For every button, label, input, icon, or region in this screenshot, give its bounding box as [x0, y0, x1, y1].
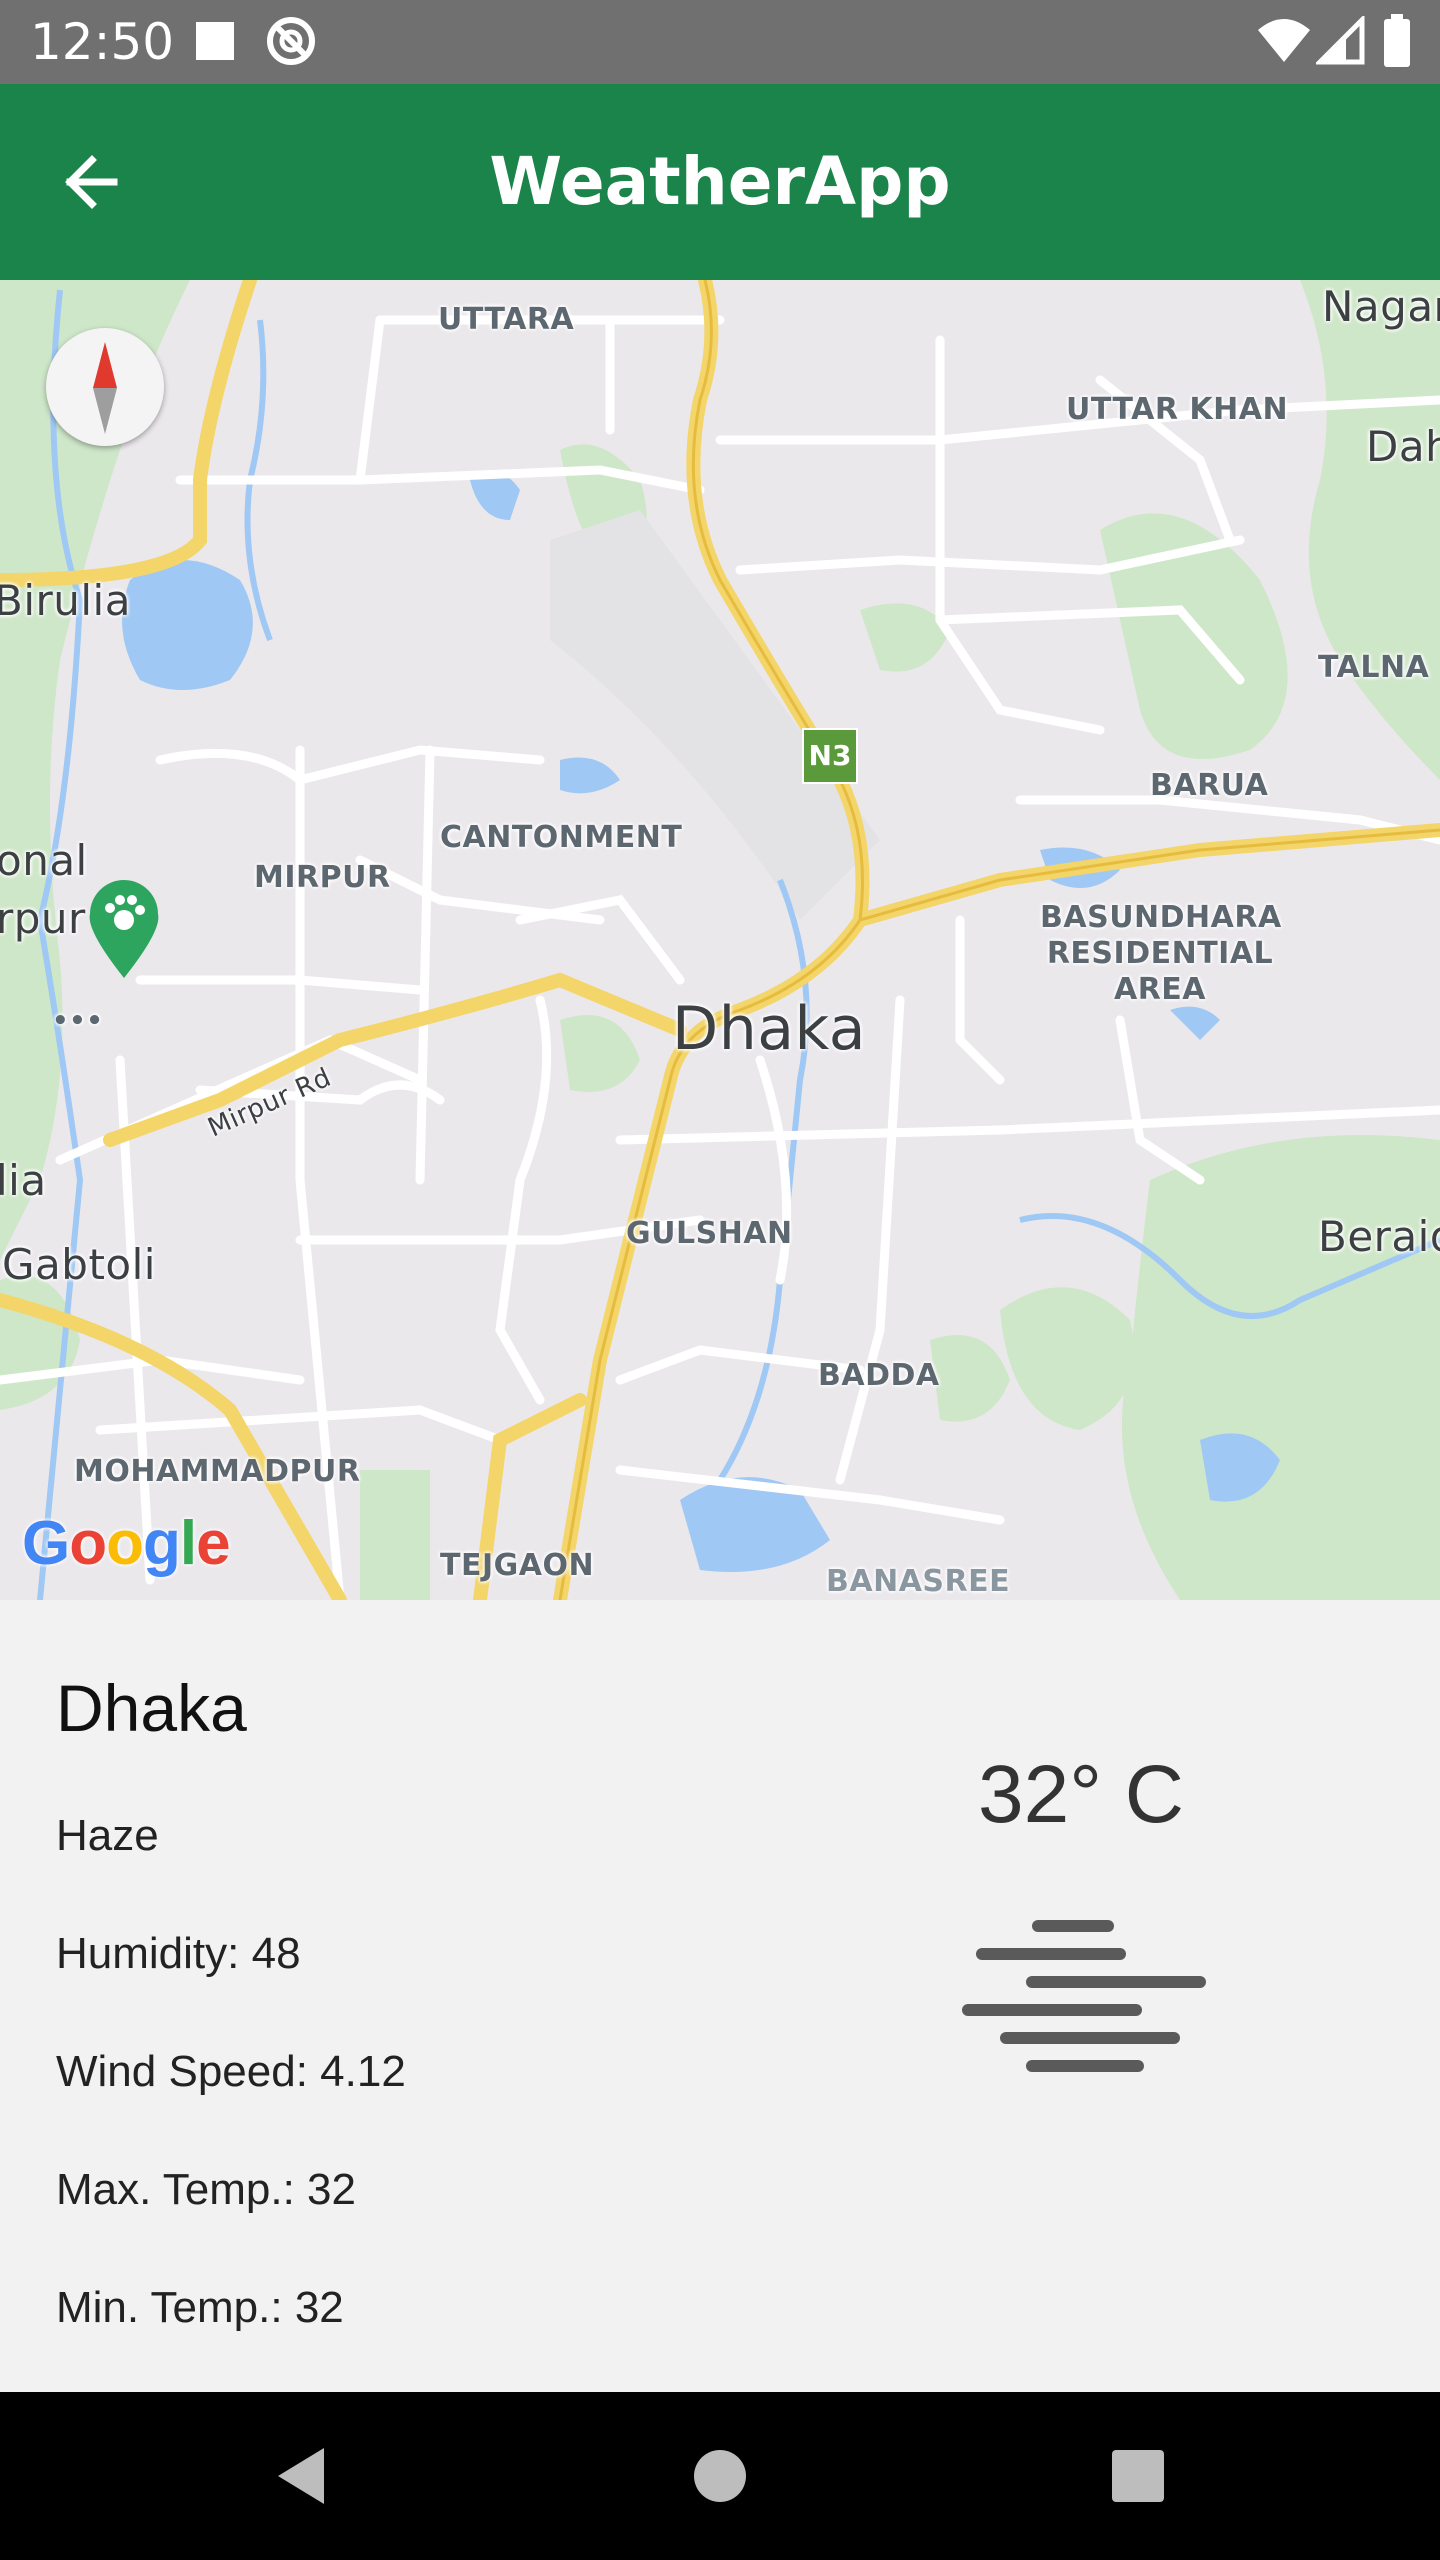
weather-panel: Dhaka Haze Humidity: 48 Wind Speed: 4.12… [0, 1600, 1440, 2392]
map-label-birulia: Birulia [0, 576, 131, 625]
map-label-basundhara-line3: AREA [1113, 972, 1207, 1007]
map-label-rpur: rpur [0, 894, 86, 943]
compass-icon [93, 342, 117, 434]
weather-screen: 12:50 WeatherApp N3 ••• UTTARA UTTAR KHA… [0, 0, 1440, 2560]
map-label-tejgaon: TEJGAON [440, 1548, 595, 1583]
map-label-cantonment: CANTONMENT [440, 820, 683, 855]
map-label-barua: BARUA [1150, 768, 1269, 803]
compass-button[interactable] [46, 328, 164, 446]
map-label-basundhara-line2: RESIDENTIAL [1046, 936, 1274, 971]
status-time: 12:50 [30, 13, 175, 71]
map-label-uttar-khan: UTTAR KHAN [1066, 392, 1289, 427]
weather-condition: Haze [56, 1811, 159, 1860]
map-label-basundhara: BASUNDHARA RESIDENTIAL AREA [1040, 900, 1282, 1008]
map-label-gulshan: GULSHAN [626, 1216, 793, 1251]
navigation-bar [0, 2392, 1440, 2560]
map-label-dah: Dah [1366, 422, 1440, 471]
haze-icon [962, 1920, 1206, 2072]
min-temp-text: Min. Temp.: 32 [56, 2283, 344, 2332]
map-label-onal: onal [0, 836, 88, 885]
back-triangle-icon[interactable] [270, 2442, 338, 2510]
map-view[interactable]: N3 ••• UTTARA UTTAR KHAN Nagar Dah Birul… [0, 280, 1440, 1600]
sd-card-icon [196, 22, 234, 60]
wifi-icon [1258, 19, 1310, 62]
max-temp-text: Max. Temp.: 32 [56, 2165, 356, 2214]
map-label-mirpur: MIRPUR [254, 860, 391, 895]
map-label-beraid: Beraid [1318, 1212, 1440, 1261]
map-label-talna: TALNA [1318, 650, 1430, 685]
map-ellipsis: ••• [52, 1006, 104, 1036]
home-circle-icon[interactable] [686, 2442, 754, 2510]
status-bar: 12:50 [0, 0, 1440, 84]
app-title: WeatherApp [489, 143, 951, 220]
temperature-value: 32° C [978, 1749, 1185, 1840]
city-name: Dhaka [56, 1671, 247, 1745]
park-pin-icon[interactable] [86, 880, 162, 980]
humidity-text: Humidity: 48 [56, 1929, 301, 1978]
signal-icon [1316, 16, 1365, 65]
map-label-banasree: BANASREE [826, 1564, 1011, 1599]
map-label-uttara: UTTARA [438, 302, 575, 337]
map-label-badda: BADDA [818, 1358, 940, 1393]
sync-icon [267, 17, 315, 65]
map-label-lia: lia [0, 1156, 47, 1205]
map-label-city: Dhaka [672, 994, 866, 1064]
map-label-mohammadpur: MOHAMMADPUR [74, 1454, 361, 1489]
google-logo: Google [22, 1509, 231, 1578]
wind-speed-text: Wind Speed: 4.12 [56, 2047, 406, 2096]
battery-icon [1384, 14, 1410, 67]
route-shield-n3: N3 [802, 728, 858, 784]
recents-square-icon[interactable] [1104, 2442, 1172, 2510]
app-bar: WeatherApp [0, 84, 1440, 280]
map-label-gabtoli: Gabtoli [2, 1240, 156, 1289]
map-label-nagar: Nagar [1322, 282, 1440, 331]
map-label-basundhara-line1: BASUNDHARA [1040, 900, 1282, 935]
